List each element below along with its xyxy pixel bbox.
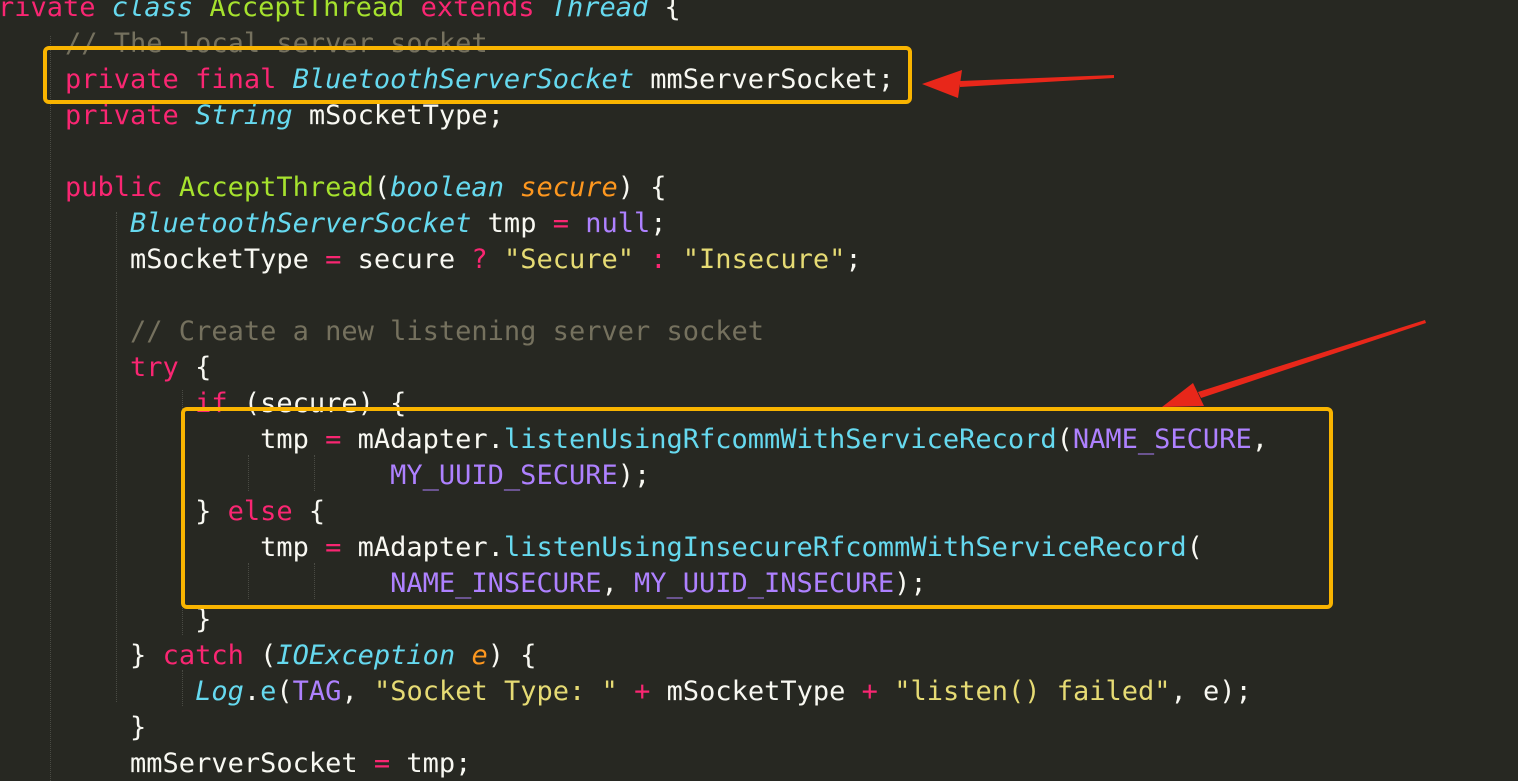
code-editor[interactable]: rivate class AcceptThread extends Thread… <box>0 0 1518 781</box>
arrow-to-listen-calls <box>1162 320 1426 407</box>
arrow-to-field <box>922 70 1114 98</box>
annotation-arrows <box>922 70 1426 407</box>
